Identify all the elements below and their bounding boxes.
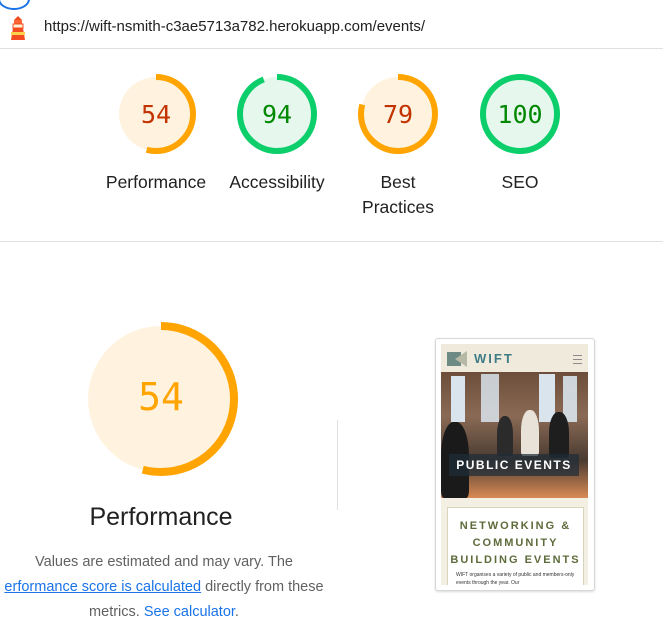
tab-circle-fragment (0, 0, 30, 10)
window-shape (451, 376, 465, 422)
gauge-label: Performance (105, 172, 207, 192)
gauge-score: 54 (141, 100, 171, 129)
performance-description: Values are estimated and may vary. The e… (0, 550, 334, 625)
performance-big-score: 54 (138, 375, 184, 419)
site-header: WIFT (441, 344, 588, 372)
gauge-label: Best Practices (338, 170, 458, 220)
gauge-performance-ring: 54 (116, 74, 196, 154)
lighthouse-icon (11, 16, 25, 40)
gauge-score: 79 (383, 100, 413, 129)
card-text: WIFT organises a variety of public and m… (456, 572, 575, 585)
desc-prefix: Values are estimated and may vary. The (35, 554, 293, 570)
person-shape (549, 412, 569, 458)
gauge-accessibility[interactable]: 94 Accessibility (217, 72, 337, 195)
hero-banner: PUBLIC EVENTS (449, 454, 579, 476)
url-text[interactable]: https://wift-nsmith-c3ae5713a782.herokua… (44, 18, 425, 35)
gauge-label: SEO (501, 172, 539, 192)
logo-triangle (455, 351, 467, 367)
person-shape (497, 416, 513, 456)
score-calculated-link[interactable]: erformance score is calculated (4, 579, 201, 595)
vertical-divider (337, 420, 338, 510)
site-logo-text: WIFT (474, 351, 514, 366)
card-title-line2: COMMUNITY (472, 537, 559, 549)
see-calculator-link[interactable]: See calculator (144, 604, 235, 620)
card-title-line3: BUILDING EVENTS (450, 554, 581, 566)
gauge-label: Accessibility (229, 172, 325, 192)
screenshot-screen: WIFT PUBLIC EVENTS NETWORKING & COMMUNIT… (441, 344, 588, 585)
gauge-best-practices[interactable]: 79 Best Practices (338, 72, 458, 220)
url-bar: https://wift-nsmith-c3ae5713a782.herokua… (0, 0, 663, 49)
gauge-score: 94 (262, 100, 292, 129)
final-screenshot-thumbnail[interactable]: WIFT PUBLIC EVENTS NETWORKING & COMMUNIT… (435, 338, 595, 591)
window-shape (481, 374, 499, 422)
gauge-seo[interactable]: 100 SEO (460, 72, 580, 195)
person-shape (521, 410, 539, 456)
performance-big-gauge: 54 (84, 322, 238, 476)
performance-title: Performance (89, 503, 233, 531)
hero-title: PUBLIC EVENTS (456, 458, 572, 472)
card-title-line1: NETWORKING & (459, 520, 572, 532)
desc-mid: directly from these (201, 579, 324, 595)
gauge-label-line2: Practices (362, 197, 434, 217)
events-card: NETWORKING & COMMUNITY BUILDING EVENTS W… (447, 507, 584, 585)
desc-line3: metrics. (89, 604, 144, 620)
gauge-best-practices-ring: 79 (358, 74, 438, 154)
hamburger-icon (573, 355, 582, 364)
card-title: NETWORKING & COMMUNITY BUILDING EVENTS (448, 518, 583, 569)
hero-image: PUBLIC EVENTS (441, 372, 588, 498)
gauge-label-line1: Best (380, 172, 416, 192)
gauge-accessibility-ring: 94 (237, 74, 317, 154)
gauge-score: 100 (497, 100, 542, 129)
desc-end: . (234, 604, 239, 620)
gauge-performance[interactable]: 54 Performance (96, 72, 216, 195)
gauge-seo-ring: 100 (480, 74, 560, 154)
score-gauges: 54 Performance 94 Accessibility 79 Best … (0, 48, 663, 242)
